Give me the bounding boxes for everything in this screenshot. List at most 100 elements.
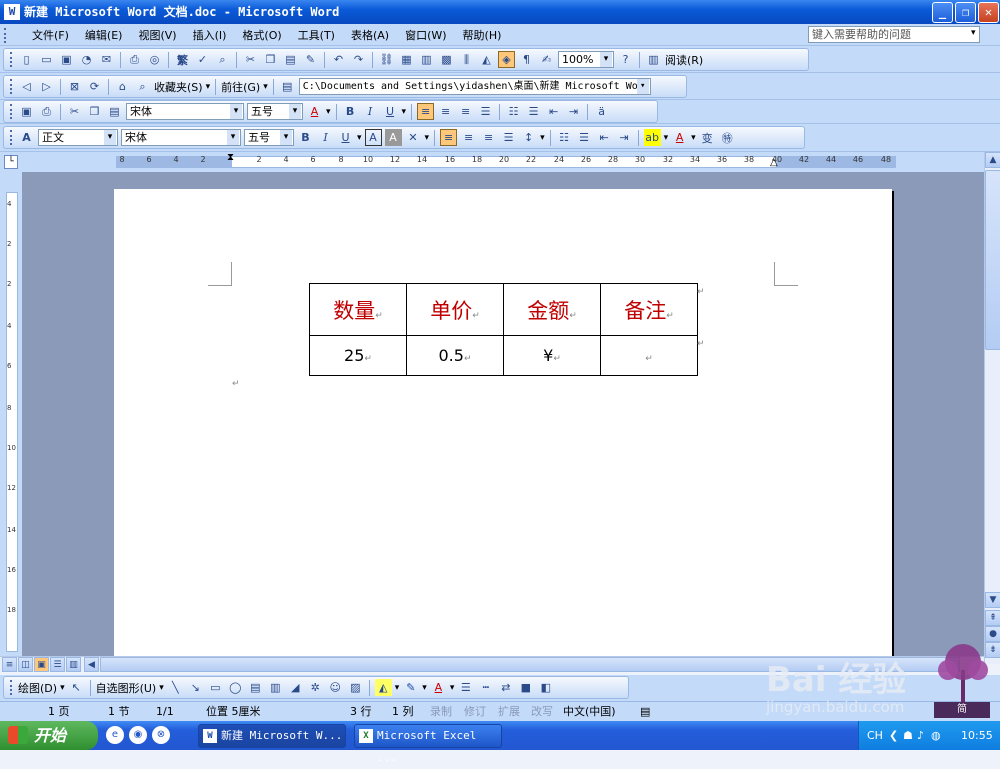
rectangle-icon[interactable]: ▭: [207, 679, 224, 696]
char-scale-icon[interactable]: ✕: [405, 129, 422, 146]
next-page-icon[interactable]: ⇟: [985, 642, 1000, 658]
clipart-icon[interactable]: ☺: [327, 679, 344, 696]
increase-indent-icon[interactable]: ⇥: [616, 129, 633, 146]
permission-icon[interactable]: ◔: [78, 51, 95, 68]
table-cell[interactable]: ¥↵: [503, 335, 601, 376]
italic-icon[interactable]: I: [362, 103, 379, 120]
outline-view-icon[interactable]: ☰: [50, 657, 65, 672]
table-cell[interactable]: ↵: [600, 335, 698, 376]
numbering-icon[interactable]: ☷: [505, 103, 522, 120]
hyperlink-icon[interactable]: ⛓: [378, 51, 395, 68]
status-rec[interactable]: 录制: [430, 704, 452, 720]
arrow-style-icon[interactable]: ⇄: [497, 679, 514, 696]
reading-view-icon[interactable]: ▥: [66, 657, 81, 672]
document-page[interactable]: 数量↵ 单价↵ 金额↵ 备注↵ 25↵ 0.5↵ ¥↵ ↵ ↵ ↵ ↵: [114, 189, 892, 656]
ink-icon[interactable]: ✍: [538, 51, 555, 68]
traditional-chinese-icon[interactable]: 繁: [174, 51, 191, 68]
table-cell[interactable]: 0.5↵: [406, 335, 504, 376]
help-icon[interactable]: ?: [617, 51, 634, 68]
underline-icon[interactable]: U: [382, 103, 399, 120]
table-cell[interactable]: 25↵: [309, 335, 407, 376]
taskbar-excel-button[interactable]: X Microsoft Excel ...: [354, 724, 502, 764]
menu-edit[interactable]: 编辑(E): [77, 27, 131, 43]
oval-icon[interactable]: ◯: [227, 679, 244, 696]
style-select[interactable]: 正文: [38, 129, 118, 146]
copy-icon[interactable]: ❐: [262, 51, 279, 68]
table-cell[interactable]: 单价↵: [406, 283, 504, 336]
align-right-icon[interactable]: ≡: [480, 129, 497, 146]
vertical-scrollbar[interactable]: ▲ ▼ ⇞ ● ⇟: [984, 152, 1000, 664]
fill-color-dropdown-icon[interactable]: ▾: [395, 683, 400, 693]
zoom-select[interactable]: 100%: [558, 51, 614, 68]
right-indent-marker[interactable]: △: [770, 157, 778, 168]
minimize-button[interactable]: _: [932, 2, 953, 23]
arrow-icon[interactable]: ↘: [187, 679, 204, 696]
drawing-icon[interactable]: ◭: [478, 51, 495, 68]
distributed-icon[interactable]: ☰: [477, 103, 494, 120]
read-mode-button[interactable]: 阅读(R): [665, 52, 703, 68]
select-objects-icon[interactable]: ↖: [68, 679, 85, 696]
phonetic-icon[interactable]: ä: [593, 103, 610, 120]
align-center-icon[interactable]: ≡: [437, 103, 454, 120]
enclose-char-icon[interactable]: ㊕: [719, 129, 736, 146]
document-map-icon[interactable]: ◈: [498, 51, 515, 68]
web-view-icon[interactable]: ◫: [18, 657, 33, 672]
home-icon[interactable]: ⌂: [114, 78, 131, 95]
font-size-select[interactable]: 五号: [247, 103, 303, 120]
char-scale-dropdown-icon[interactable]: ▾: [425, 133, 430, 143]
tray-network-icon[interactable]: ☗: [903, 721, 913, 750]
scroll-down-icon[interactable]: ▼: [985, 592, 1000, 608]
dash-style-icon[interactable]: ┅: [477, 679, 494, 696]
forward-icon[interactable]: ▷: [38, 78, 55, 95]
restore-button[interactable]: ❐: [955, 2, 976, 23]
highlight-icon[interactable]: ab: [643, 129, 661, 146]
print-icon[interactable]: ⎙: [38, 103, 55, 120]
show-web-toolbar-icon[interactable]: ▤: [279, 78, 296, 95]
font-color-dropdown-icon[interactable]: ▾: [691, 133, 696, 143]
copy-icon[interactable]: ❐: [86, 103, 103, 120]
address-field[interactable]: C:\Documents and Settings\yidashen\桌面\新建…: [298, 78, 651, 95]
line-color-icon[interactable]: ✎: [402, 679, 419, 696]
start-button[interactable]: 开始: [0, 721, 98, 750]
diagram-icon[interactable]: ✲: [307, 679, 324, 696]
prev-page-icon[interactable]: ⇞: [985, 610, 1000, 626]
quicklaunch-browser-icon[interactable]: ⊗: [152, 726, 170, 744]
scroll-thumb[interactable]: [985, 170, 1000, 350]
menu-format[interactable]: 格式(O): [234, 27, 289, 43]
underline-icon[interactable]: U: [337, 129, 354, 146]
open-folder-icon[interactable]: ▭: [38, 51, 55, 68]
favorites-dropdown-icon[interactable]: ▾: [206, 82, 211, 92]
vertical-textbox-icon[interactable]: ▥: [267, 679, 284, 696]
draw-dropdown-icon[interactable]: ▾: [60, 683, 65, 693]
bullets-icon[interactable]: ☰: [525, 103, 542, 120]
font-color-icon[interactable]: A: [671, 129, 688, 146]
fill-color-icon[interactable]: ◭: [374, 679, 392, 696]
insert-excel-icon[interactable]: ▩: [438, 51, 455, 68]
input-lang[interactable]: CH: [867, 721, 883, 750]
refresh-icon[interactable]: ⟳: [86, 78, 103, 95]
menu-tools[interactable]: 工具(T): [290, 27, 343, 43]
distributed-icon[interactable]: ☰: [500, 129, 517, 146]
font-select[interactable]: 宋体: [126, 103, 244, 120]
menu-help[interactable]: 帮助(H): [455, 27, 510, 43]
status-ext[interactable]: 扩展: [498, 704, 520, 720]
menu-view[interactable]: 视图(V): [130, 27, 184, 43]
align-center-icon[interactable]: ≡: [460, 129, 477, 146]
cut-icon[interactable]: ✂: [66, 103, 83, 120]
help-search-input[interactable]: 键入需要帮助的问题: [808, 26, 980, 43]
spelling-icon[interactable]: ✓: [194, 51, 211, 68]
taskbar-word-button[interactable]: W 新建 Microsoft W...: [198, 724, 346, 748]
spelling-status-icon[interactable]: ▤: [640, 704, 650, 720]
menu-file[interactable]: 文件(F): [24, 27, 77, 43]
print-preview-icon[interactable]: ◎: [146, 51, 163, 68]
scroll-up-icon[interactable]: ▲: [985, 152, 1000, 168]
search-web-icon[interactable]: ⌕: [134, 78, 151, 95]
undo-icon[interactable]: ↶: [330, 51, 347, 68]
font-select-2[interactable]: 宋体: [121, 129, 241, 146]
underline-dropdown-icon[interactable]: ▾: [402, 107, 407, 117]
show-hide-icon[interactable]: ¶: [518, 51, 535, 68]
underline-dropdown-icon[interactable]: ▾: [357, 133, 362, 143]
styles-icon[interactable]: A: [18, 129, 35, 146]
normal-view-icon[interactable]: ≡: [2, 657, 17, 672]
line-color-dropdown-icon[interactable]: ▾: [422, 683, 427, 693]
